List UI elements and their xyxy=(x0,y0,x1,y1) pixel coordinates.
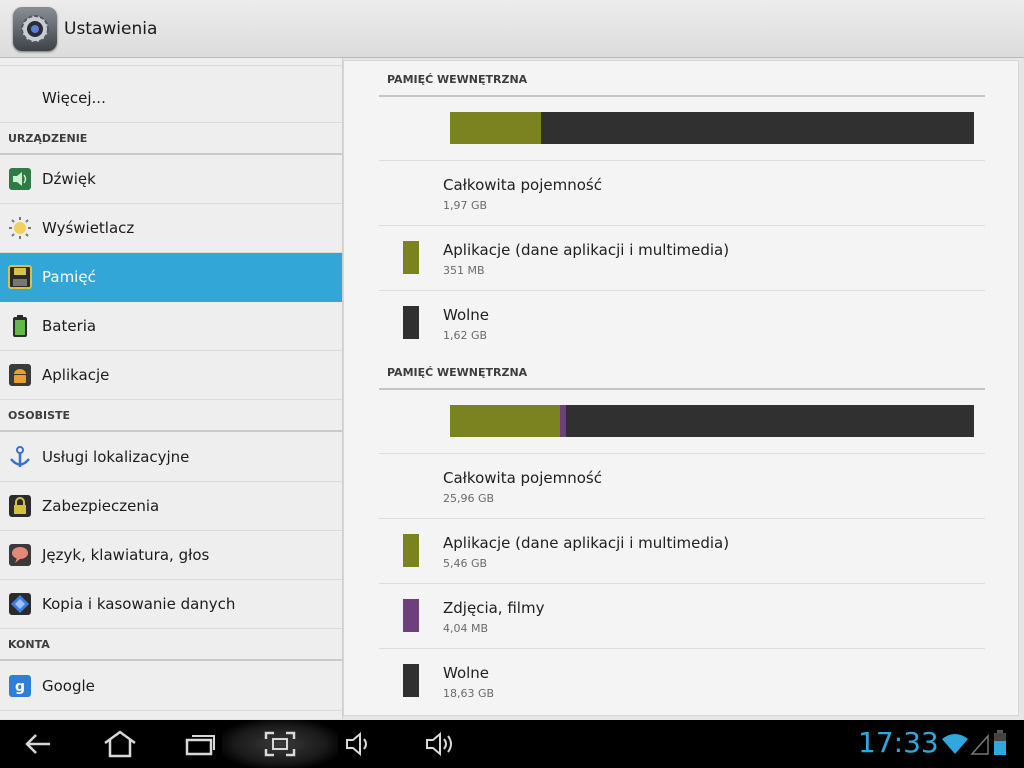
storage-row-value: 25,96 GB xyxy=(443,492,495,505)
storage-row-title: Wolne xyxy=(443,664,490,682)
settings-list[interactable]: Więcej... URZĄDZENIE Dźwięk Wyświetlacz … xyxy=(0,58,343,719)
wifi-icon xyxy=(942,734,968,754)
google-icon: g xyxy=(7,673,33,699)
storage-detail-pane[interactable]: PAMIĘĆ WEWNĘTRZNA Całkowita pojemność 1,… xyxy=(343,60,1019,716)
sidebar-item-battery[interactable]: Bateria xyxy=(0,302,342,351)
recent-apps-icon xyxy=(185,735,215,756)
storage-row-total[interactable]: Całkowita pojemność 1,97 GB xyxy=(379,160,985,226)
sidebar-item-backup[interactable]: Kopia i kasowanie danych xyxy=(0,580,342,629)
storage-row-title: Całkowita pojemność xyxy=(443,176,602,194)
volume-up-button[interactable] xyxy=(418,720,462,768)
sidebar-item-security[interactable]: Zabezpieczenia xyxy=(0,482,342,531)
storage-row-title: Wolne xyxy=(443,306,490,324)
storage-row-value: 1,97 GB xyxy=(443,199,488,212)
color-swatch-apps xyxy=(403,241,419,274)
svg-text:g: g xyxy=(15,679,25,695)
storage-row-title: Aplikacje (dane aplikacji i multimedia) xyxy=(443,534,730,552)
signal-icon xyxy=(970,734,989,755)
storage-row-media[interactable]: Zdjęcia, filmy 4,04 MB xyxy=(379,583,985,649)
sidebar-item-label: Usługi lokalizacyjne xyxy=(42,448,190,466)
settings-gear-icon[interactable] xyxy=(13,6,57,51)
storage-row-apps[interactable]: Aplikacje (dane aplikacji i multimedia) … xyxy=(379,518,985,584)
backup-icon xyxy=(7,591,33,617)
screenshot-button[interactable] xyxy=(256,720,304,768)
storage-row-apps[interactable]: Aplikacje (dane aplikacji i multimedia) … xyxy=(379,225,985,291)
battery-icon xyxy=(7,313,33,339)
speaker-icon xyxy=(7,166,33,192)
action-bar: Ustawienia xyxy=(0,0,1024,58)
storage-row-free[interactable]: Wolne 18,63 GB xyxy=(379,648,985,714)
storage-row-value: 351 MB xyxy=(443,264,485,277)
lock-icon xyxy=(7,493,33,519)
sidebar-item-partial[interactable] xyxy=(0,58,342,66)
home-icon xyxy=(104,730,136,758)
storage-icon xyxy=(7,264,33,290)
section-header-personal: OSOBISTE xyxy=(0,400,342,432)
usage-segment-media xyxy=(560,405,567,437)
section-header-device: URZĄDZENIE xyxy=(0,123,342,155)
volume-down-icon xyxy=(346,731,367,757)
sidebar-item-label: Aplikacje xyxy=(42,366,110,384)
back-icon xyxy=(25,734,50,754)
brightness-icon xyxy=(7,215,33,241)
section-header-internal-storage: PAMIĘĆ WEWNĘTRZNA xyxy=(379,356,985,390)
sidebar-item-display[interactable]: Wyświetlacz xyxy=(0,204,342,253)
sidebar-item-label: Dźwięk xyxy=(42,170,96,188)
color-swatch-free xyxy=(403,664,419,697)
storage-row-free[interactable]: Wolne 1,62 GB xyxy=(379,290,985,356)
storage-row-value: 1,62 GB xyxy=(443,329,488,342)
storage-row-title: Zdjęcia, filmy xyxy=(443,599,545,617)
usage-segment-apps xyxy=(450,405,561,437)
sidebar-item-label: Kopia i kasowanie danych xyxy=(42,595,236,613)
battery-status-icon xyxy=(994,730,1006,755)
sidebar-item-label: Wyświetlacz xyxy=(42,219,135,237)
sidebar-item-google[interactable]: g Google xyxy=(0,662,342,711)
storage-row-total[interactable]: Całkowita pojemność 25,96 GB xyxy=(379,453,985,519)
sidebar-item-sound[interactable]: Dźwięk xyxy=(0,155,342,204)
home-button[interactable] xyxy=(96,720,144,768)
back-button[interactable] xyxy=(14,720,62,768)
screenshot-icon xyxy=(264,731,296,757)
volume-up-icon xyxy=(426,731,452,757)
sidebar-item-label: Pamięć xyxy=(42,268,96,286)
sidebar-item-label: Więcej... xyxy=(42,89,106,107)
sidebar-item-language[interactable]: Język, klawiatura, głos xyxy=(0,531,342,580)
usage-segment-apps xyxy=(450,112,542,144)
color-swatch-apps xyxy=(403,534,419,567)
sidebar-item-location[interactable]: Usługi lokalizacyjne xyxy=(0,433,342,482)
sidebar-item-apps[interactable]: Aplikacje xyxy=(0,351,342,400)
volume-down-button[interactable] xyxy=(338,720,378,768)
recent-apps-button[interactable] xyxy=(176,720,224,768)
storage-usage-bar xyxy=(450,405,974,437)
storage-row-value: 5,46 GB xyxy=(443,557,488,570)
sidebar-item-label: Google xyxy=(42,677,95,695)
clock[interactable]: 17:33 xyxy=(858,726,939,759)
storage-row-value: 4,04 MB xyxy=(443,622,489,635)
speech-bubble-icon xyxy=(7,542,33,568)
sidebar-item-label: Zabezpieczenia xyxy=(42,497,160,515)
section-header-internal-storage: PAMIĘĆ WEWNĘTRZNA xyxy=(379,63,985,97)
location-icon xyxy=(7,444,33,470)
app-title: Ustawienia xyxy=(64,18,158,39)
storage-row-value: 18,63 GB xyxy=(443,687,495,700)
storage-usage-bar xyxy=(450,112,974,144)
sidebar-item-label: Bateria xyxy=(42,317,97,335)
sidebar-item-storage[interactable]: Pamięć xyxy=(0,253,342,302)
android-icon xyxy=(7,362,33,388)
storage-row-title: Aplikacje (dane aplikacji i multimedia) xyxy=(443,241,730,259)
color-swatch-media xyxy=(403,599,419,632)
section-header-accounts: KONTA xyxy=(0,629,342,661)
sidebar-item-more[interactable]: Więcej... xyxy=(0,74,342,123)
storage-row-title: Całkowita pojemność xyxy=(443,469,602,487)
sidebar-item-label: Język, klawiatura, głos xyxy=(42,546,210,564)
color-swatch-free xyxy=(403,306,419,339)
system-bar: 17:33 xyxy=(0,720,1024,768)
